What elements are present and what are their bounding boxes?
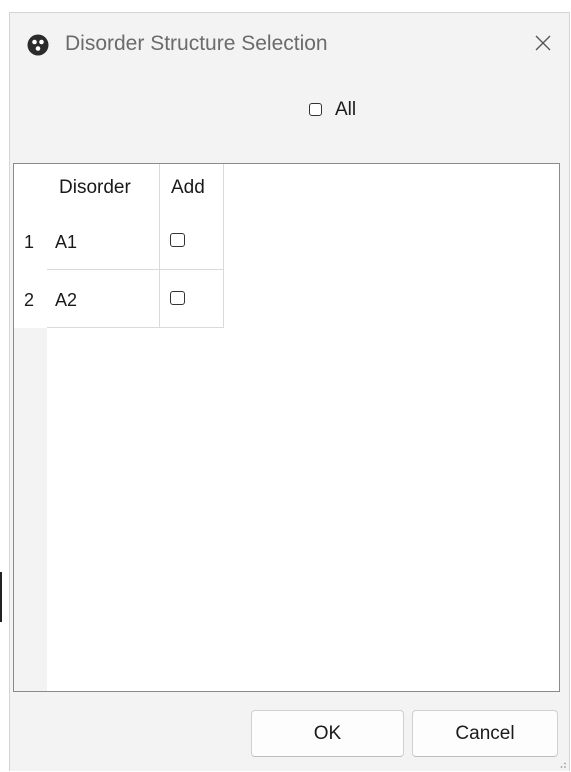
window-edge-marker bbox=[0, 572, 2, 622]
table-cell-disorder[interactable]: A2 bbox=[47, 270, 160, 328]
select-all-row: All bbox=[10, 96, 569, 126]
select-all-label: All bbox=[335, 99, 357, 120]
disorder-value: A2 bbox=[55, 290, 78, 310]
add-checkbox[interactable] bbox=[170, 233, 185, 247]
window-title: Disorder Structure Selection bbox=[65, 32, 328, 55]
disorder-table: Disorder Add 1 A1 2 A2 bbox=[13, 163, 560, 692]
column-header-add[interactable]: Add bbox=[160, 164, 224, 212]
close-icon[interactable] bbox=[529, 29, 557, 57]
row-header-2[interactable]: 2 bbox=[14, 270, 47, 328]
table-corner bbox=[14, 164, 47, 212]
table-cell-disorder[interactable]: A1 bbox=[47, 212, 160, 270]
disorder-value: A1 bbox=[55, 232, 78, 252]
dialog-window: Disorder Structure Selection All Disorde… bbox=[9, 12, 570, 771]
select-all-checkbox[interactable] bbox=[309, 103, 322, 116]
row-index: 1 bbox=[24, 232, 35, 252]
app-logo-icon bbox=[27, 34, 49, 56]
column-header-disorder-label: Disorder bbox=[59, 177, 131, 198]
ok-button[interactable]: OK bbox=[251, 710, 404, 757]
title-bar: Disorder Structure Selection bbox=[10, 13, 569, 71]
resize-grip-icon[interactable] bbox=[557, 759, 567, 769]
column-header-add-label: Add bbox=[171, 177, 205, 198]
row-index: 2 bbox=[24, 290, 35, 310]
cancel-button[interactable]: Cancel bbox=[412, 710, 558, 757]
add-checkbox[interactable] bbox=[170, 291, 185, 305]
table-cell-add bbox=[160, 270, 224, 328]
row-header-1[interactable]: 1 bbox=[14, 212, 47, 270]
table-cell-add bbox=[160, 212, 224, 270]
column-header-disorder[interactable]: Disorder bbox=[47, 164, 160, 212]
